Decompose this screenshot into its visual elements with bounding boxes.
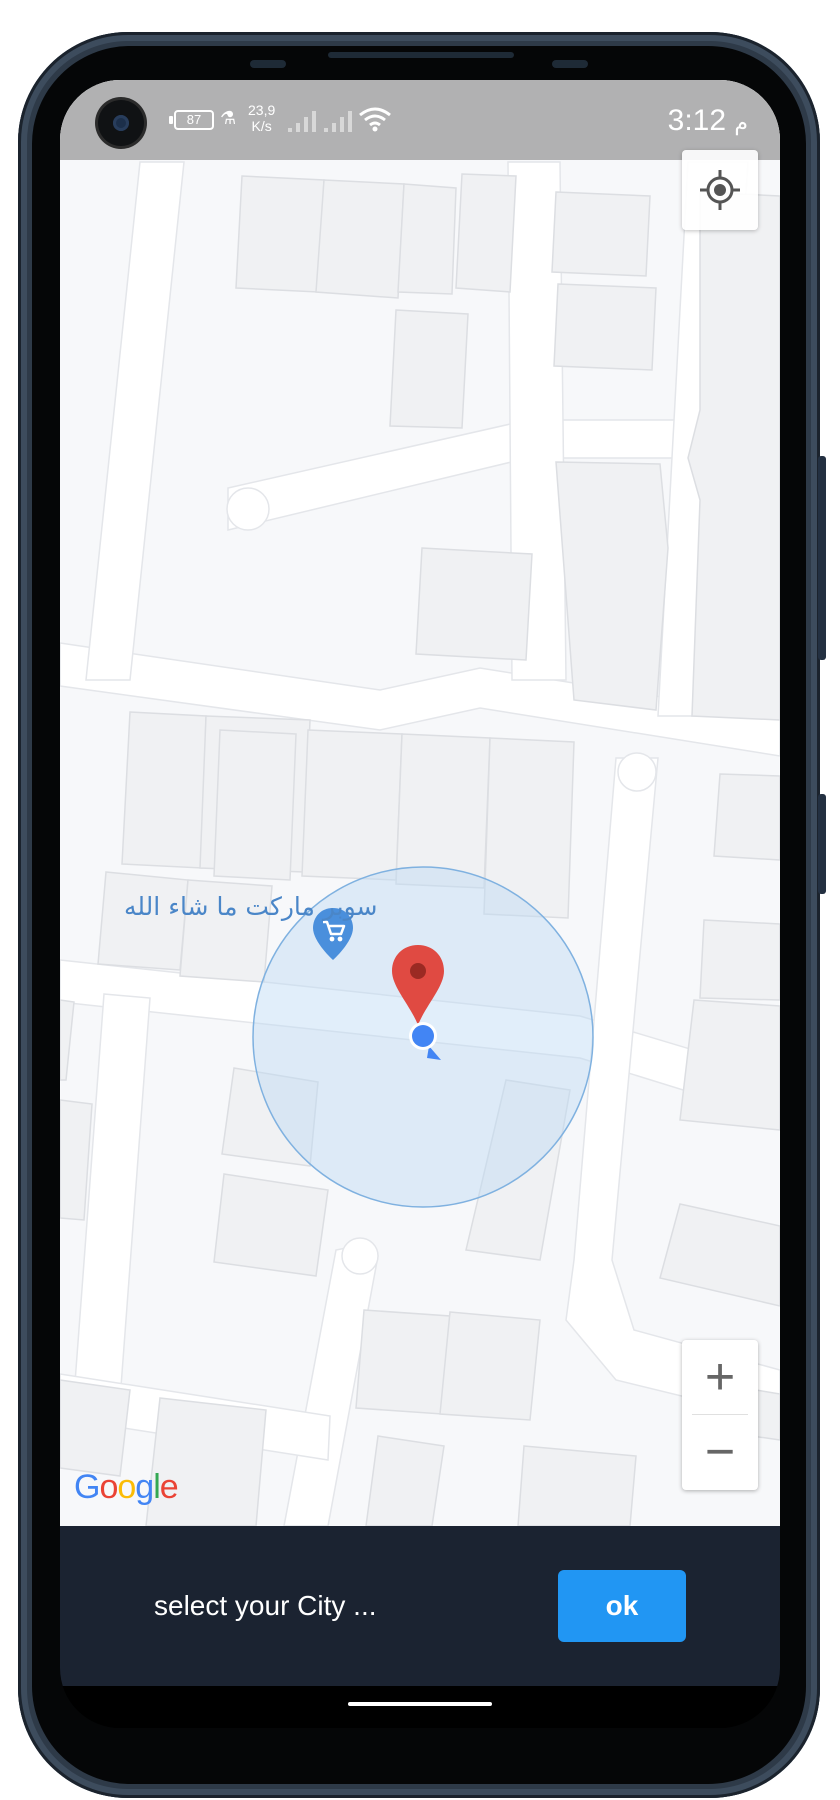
street-end-2 — [341, 1237, 379, 1275]
net-speed-value: 23,9 — [248, 102, 276, 118]
street-end-1 — [617, 752, 657, 792]
navigation-bar — [60, 1686, 780, 1728]
google-logo-letter: e — [159, 1468, 179, 1506]
earpiece-speaker — [328, 52, 514, 58]
volume-button — [818, 456, 826, 660]
sensor-left — [250, 60, 286, 68]
map-view[interactable]: سوبر ماركت ما شاء الله Google + − — [60, 80, 780, 1526]
net-speed-unit: K/s — [251, 118, 272, 134]
front-camera — [98, 100, 144, 146]
google-logo: Google — [74, 1468, 179, 1507]
flask-icon: ⚗ — [220, 108, 237, 128]
signal-bars-icon — [324, 111, 352, 132]
cul-de-sac-end — [226, 487, 270, 531]
phone-screen: سوبر ماركت ما شاء الله Google + − 87 ⚗ 2… — [60, 80, 780, 1728]
ok-button[interactable]: ok — [558, 1570, 686, 1642]
zoom-out-button[interactable]: − — [682, 1415, 758, 1489]
signal-bars-icon — [288, 111, 316, 132]
select-city-prompt: select your City ... — [154, 1590, 377, 1621]
battery-icon: 87 — [169, 110, 214, 130]
google-logo-letter: G — [74, 1468, 100, 1506]
net-speed: 23,9 K/s — [248, 102, 275, 134]
map-canvas[interactable] — [60, 80, 780, 1526]
google-logo-letter: o — [99, 1468, 118, 1506]
sensor-right — [552, 60, 588, 68]
wifi-icon — [359, 107, 391, 132]
google-logo-letter: g — [135, 1468, 154, 1506]
crosshair-icon — [700, 170, 740, 210]
battery-level: 87 — [186, 112, 202, 127]
clock-suffix: م — [734, 110, 748, 135]
clock: م 3:12 — [668, 104, 748, 138]
home-indicator[interactable] — [348, 1702, 492, 1706]
power-button — [818, 794, 826, 894]
my-location-button[interactable] — [682, 150, 758, 230]
city-selection-bar: select your City ... ok — [60, 1526, 780, 1686]
zoom-in-button[interactable]: + — [682, 1340, 758, 1414]
poi-label[interactable]: سوبر ماركت ما شاء الله — [124, 892, 378, 921]
clock-time: 3:12 — [667, 104, 727, 137]
zoom-controls: + − — [682, 1340, 758, 1490]
status-bar: 87 ⚗ 23,9 K/s م 3:12 — [60, 80, 780, 160]
google-logo-letter: o — [117, 1468, 136, 1506]
